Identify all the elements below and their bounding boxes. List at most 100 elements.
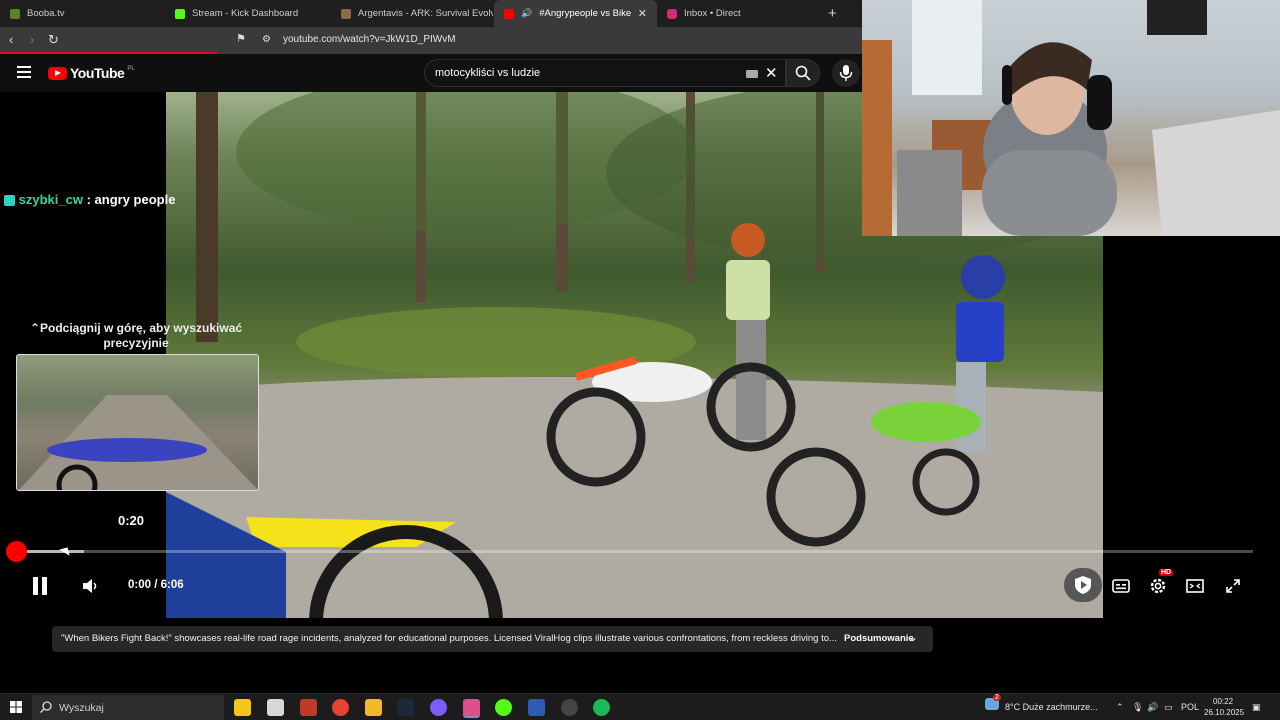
tab-title: Argentavis - ARK: Survival Evolved W <box>358 8 493 19</box>
tab-title: Booba.tv <box>27 8 65 19</box>
kick-favicon-icon <box>175 8 185 19</box>
autoplay-toggle[interactable] <box>1064 568 1102 602</box>
taskbar-search[interactable]: Wyszukaj <box>32 695 224 720</box>
time-display: 0:00 / 6:06 <box>128 579 184 591</box>
description-text: "When Bikers Fight Back!" showcases real… <box>61 633 837 644</box>
search-button[interactable] <box>786 59 820 87</box>
windows-start-icon[interactable] <box>10 701 22 713</box>
windows-taskbar: Wyszukaj 2 8°C Duże zachmurze... ⌃ 🎙 🔊 ▭… <box>0 693 1280 720</box>
youtube-play-logo-icon <box>48 66 67 80</box>
theater-mode-button[interactable] <box>1184 574 1206 598</box>
close-tab-icon[interactable]: ✕ <box>638 7 647 20</box>
preview-scene <box>18 395 258 490</box>
fullscreen-button[interactable] <box>1222 574 1244 598</box>
logo-text: YouTube <box>70 65 125 81</box>
tab-kick-dashboard[interactable]: Stream - Kick Dashboard <box>165 0 331 27</box>
pause-icon <box>33 577 47 595</box>
youtube-header: YouTube PL motocykliści vs ludzie ✕ <box>0 54 862 92</box>
bookmark-icon[interactable]: ⚑ <box>236 32 246 45</box>
tab-instagram-inbox[interactable]: Inbox • Direct <box>657 0 817 27</box>
obs-icon[interactable] <box>561 699 578 716</box>
preview-timestamp: 0:20 <box>118 513 145 528</box>
volume-icon <box>83 579 97 593</box>
tab-title: #Angrypeople vs Bikers - You <box>539 8 631 19</box>
app-icon[interactable] <box>430 699 447 716</box>
reload-icon[interactable]: ↻ <box>48 32 59 48</box>
notes-app-icon[interactable] <box>234 699 251 716</box>
forward-icon[interactable]: › <box>30 32 34 47</box>
folder-icon[interactable] <box>365 699 382 716</box>
shield-play-icon <box>1075 576 1091 594</box>
mic-icon <box>839 65 853 81</box>
app-icon[interactable] <box>300 699 317 716</box>
webcam-scene <box>862 0 1280 236</box>
tab-youtube-active[interactable]: 🔊 #Angrypeople vs Bikers - You ✕ <box>494 0 657 27</box>
youtube-logo[interactable]: YouTube PL <box>48 65 135 81</box>
search-icon <box>795 65 811 81</box>
browser-active-icon[interactable] <box>463 699 480 718</box>
spotify-icon[interactable] <box>593 699 610 716</box>
weather-text[interactable]: 8°C Duże zachmurze... <box>1005 702 1098 712</box>
chevron-up-icon: ⌃ <box>29 321 40 335</box>
tab-title: Stream - Kick Dashboard <box>192 8 299 19</box>
chat-message: szybki_cw : angry people <box>4 192 175 207</box>
booba-favicon-icon <box>10 8 20 19</box>
youtube-favicon-icon <box>504 8 514 19</box>
captions-icon <box>1112 579 1130 593</box>
chevron-down-icon[interactable]: ⌄ <box>908 630 918 644</box>
chevron-up-icon[interactable]: ⌃ <box>1116 702 1124 713</box>
seek-preview-thumbnail <box>16 354 259 491</box>
file-explorer-icon[interactable] <box>267 699 284 716</box>
search-icon <box>40 701 52 713</box>
chat-badge-icon <box>4 195 15 207</box>
ark-favicon-icon <box>341 8 351 19</box>
kick-app-icon[interactable] <box>495 699 512 716</box>
region-code: PL <box>127 66 135 72</box>
tab-ark-wiki[interactable]: Argentavis - ARK: Survival Evolved W <box>331 0 493 27</box>
search-query: motocykliści vs ludzie <box>435 67 541 79</box>
chat-text: angry people <box>94 192 176 207</box>
keyboard-icon[interactable] <box>746 70 758 78</box>
instagram-favicon-icon <box>667 8 677 19</box>
captions-button[interactable] <box>1110 574 1132 598</box>
volume-button[interactable] <box>80 574 100 598</box>
gear-icon <box>1150 578 1166 594</box>
notification-icon[interactable]: ▣ <box>1252 702 1261 713</box>
volume-icon[interactable]: 🔊 <box>1147 702 1158 713</box>
clock-date[interactable]: 26.10.2025 <box>1204 708 1244 717</box>
weather-badge: 2 <box>993 694 1001 701</box>
theater-icon <box>1186 579 1204 593</box>
site-info-icon[interactable]: ⚙ <box>262 34 271 45</box>
back-icon[interactable]: ‹ <box>9 32 13 47</box>
voice-search-button[interactable] <box>832 59 860 87</box>
chat-username: szybki_cw <box>18 192 83 207</box>
tab-title: Inbox • Direct <box>684 8 741 19</box>
hamburger-icon[interactable] <box>17 66 31 78</box>
chat-separator: : <box>86 192 91 207</box>
app-icon[interactable] <box>528 699 545 716</box>
hd-badge: HD <box>1159 569 1174 576</box>
mic-icon[interactable]: 🎙 <box>1132 702 1143 713</box>
url-field[interactable]: youtube.com/watch?v=JkW1D_PIWvM <box>283 34 456 45</box>
clock-time[interactable]: 00:22 <box>1213 697 1233 706</box>
browser-tab-bar: Booba.tv Stream - Kick Dashboard Argenta… <box>0 0 862 27</box>
seek-hint-text: Podciągnij w górę, aby wyszukiwać precyz… <box>40 321 243 350</box>
steam-icon[interactable] <box>397 699 414 716</box>
scrubber-handle[interactable] <box>6 541 27 562</box>
video-description-bar[interactable]: "When Bikers Fight Back!" showcases real… <box>52 626 933 652</box>
language-indicator[interactable]: POL <box>1181 702 1199 712</box>
progress-track[interactable] <box>16 550 1253 553</box>
address-bar: ‹ › ↻ ⚑ ⚙ youtube.com/watch?v=JkW1D_PIWv… <box>0 27 862 54</box>
settings-button[interactable]: HD <box>1147 569 1174 598</box>
tab-booba[interactable]: Booba.tv <box>0 0 165 27</box>
search-input[interactable]: motocykliści vs ludzie ✕ <box>424 59 786 87</box>
chrome-icon[interactable] <box>332 699 349 716</box>
mouse-cursor-icon <box>59 544 73 556</box>
audio-playing-icon[interactable]: 🔊 <box>521 8 532 19</box>
summary-button[interactable]: Podsumowanie <box>844 633 914 644</box>
network-icon[interactable]: ▭ <box>1164 702 1173 713</box>
new-tab-button[interactable]: + <box>820 0 850 27</box>
clear-search-icon[interactable]: ✕ <box>765 64 778 82</box>
seek-hint: ⌃Podciągnij w górę, aby wyszukiwać precy… <box>16 321 256 351</box>
pause-button[interactable] <box>30 574 50 598</box>
